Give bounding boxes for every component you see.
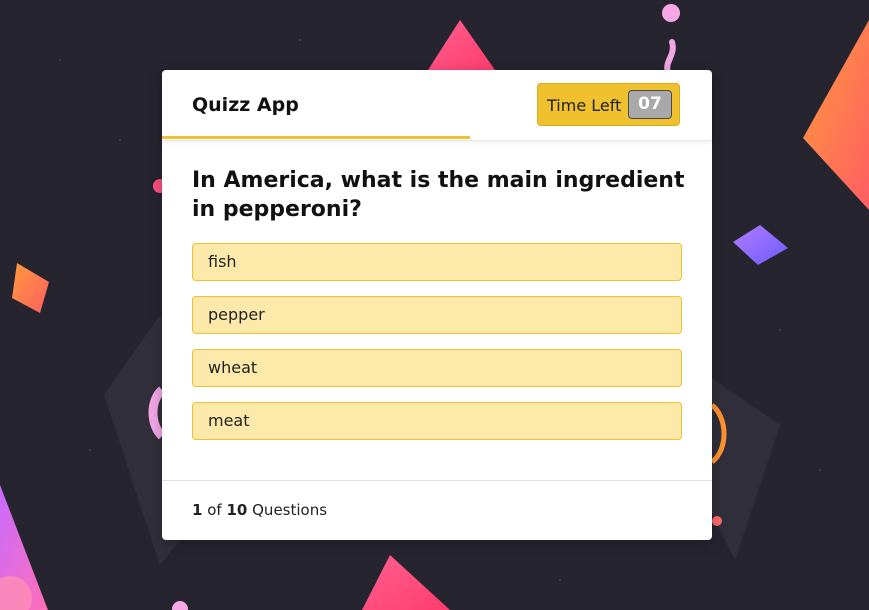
- question-counter: 1 of 10 Questions: [192, 501, 327, 519]
- option-1[interactable]: fish: [192, 243, 682, 281]
- option-3[interactable]: wheat: [192, 349, 682, 387]
- quiz-header: Quizz App Time Left 07: [162, 70, 712, 141]
- timer-value: 07: [628, 90, 672, 119]
- counter-suffix: Questions: [252, 501, 328, 519]
- option-4[interactable]: meat: [192, 402, 682, 440]
- time-progress-bar: [162, 136, 470, 139]
- app-title: Quizz App: [192, 94, 299, 116]
- timer-box: Time Left 07: [537, 83, 680, 126]
- timer-label: Time Left: [547, 96, 622, 115]
- current-question-number: 1: [192, 501, 203, 519]
- quiz-card: Quizz App Time Left 07 In America, what …: [162, 70, 712, 540]
- counter-of: of: [207, 501, 222, 519]
- option-2[interactable]: pepper: [192, 296, 682, 334]
- question-text: In America, what is the main ingredient …: [192, 168, 685, 222]
- total-question-number: 10: [226, 501, 248, 519]
- quiz-footer: 1 of 10 Questions: [162, 480, 712, 541]
